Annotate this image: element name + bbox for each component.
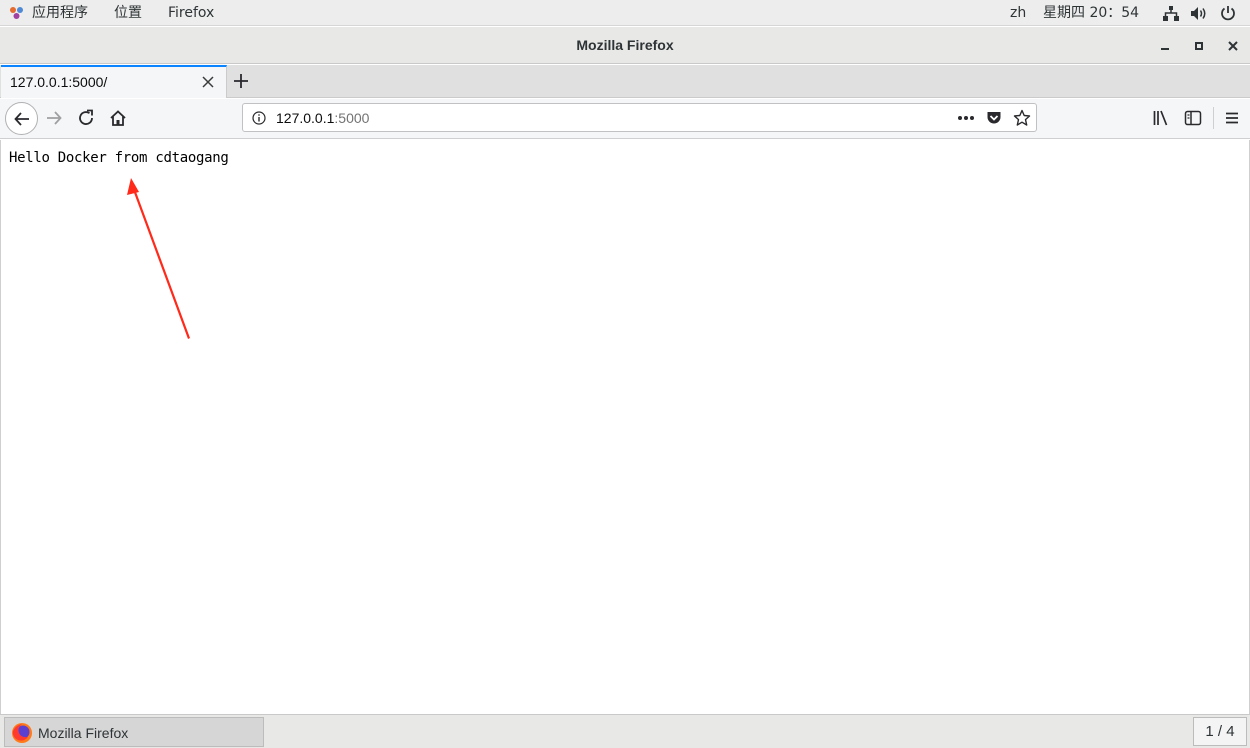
back-arrow-icon [14,112,29,126]
reload-icon[interactable] [77,109,95,127]
clock[interactable]: 星期四 20：54 [1043,4,1139,22]
red-annotation-arrow [127,178,190,339]
window-title-bar[interactable]: Mozilla Firefox [0,27,1250,64]
workspace-indicator[interactable]: 1 / 4 [1193,717,1247,746]
hamburger-menu-icon[interactable] [1223,109,1241,127]
taskbar-window-label: Mozilla Firefox [38,725,129,741]
browser-tab[interactable]: 127.0.0.1:5000/ [1,65,227,98]
home-icon[interactable] [109,109,127,127]
tab-strip: 127.0.0.1:5000/ [0,65,1250,98]
toolbar-divider [1213,107,1214,129]
window-title: Mozilla Firefox [576,37,674,53]
volume-icon[interactable] [1190,6,1208,21]
library-icon[interactable] [1152,109,1170,127]
pocket-icon[interactable] [986,110,1002,126]
close-tab-icon[interactable] [201,75,215,89]
applications-menu-icon [10,7,23,19]
navigation-toolbar: 127.0.0.1:5000 [0,99,1250,139]
places-menu[interactable]: 位置 [114,4,142,22]
maximize-icon[interactable] [1190,37,1208,55]
firefox-logo-icon [12,723,32,743]
url-port: :5000 [334,110,370,126]
applications-menu[interactable]: 应用程序 [32,4,88,22]
page-content: Hello Docker from cdtaogang [0,140,1250,714]
system-top-bar: 应用程序 位置 Firefox zh 星期四 20：54 [0,0,1250,26]
page-actions-icon[interactable] [957,115,975,121]
url-host: 127.0.0.1 [276,110,335,126]
taskbar-firefox-item[interactable]: Mozilla Firefox [4,717,264,747]
minimize-icon[interactable] [1156,37,1174,55]
new-tab-icon[interactable] [232,72,250,90]
sidebar-toggle-icon[interactable] [1184,109,1202,127]
arrow-head [127,178,139,195]
site-info-icon[interactable] [252,111,266,125]
tab-title: 127.0.0.1:5000/ [10,74,108,90]
url-text[interactable]: 127.0.0.1:5000 [276,110,369,126]
bookmark-star-icon[interactable] [1013,109,1031,127]
window-list-taskbar: Mozilla Firefox 1 / 4 [0,714,1250,748]
back-button[interactable] [5,102,38,135]
forward-arrow-icon[interactable] [45,109,63,127]
power-icon[interactable] [1220,5,1236,21]
network-icon[interactable] [1163,6,1179,21]
url-bar[interactable]: 127.0.0.1:5000 [242,103,1037,132]
input-method-indicator[interactable]: zh [1010,4,1026,22]
close-window-icon[interactable] [1224,37,1242,55]
arrow-shaft [133,189,190,339]
active-app-menu[interactable]: Firefox [168,4,214,22]
